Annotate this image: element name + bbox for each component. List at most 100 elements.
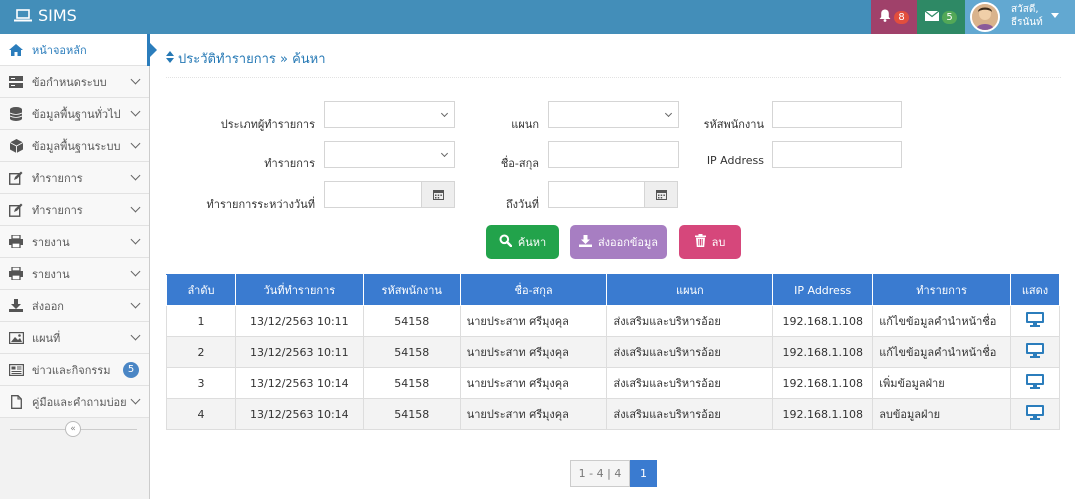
chevron-down-icon xyxy=(130,234,141,245)
cell-index: 1 xyxy=(166,305,236,337)
calendar-icon[interactable] xyxy=(644,182,677,207)
sort-icon xyxy=(166,51,174,66)
newspaper-icon xyxy=(8,362,24,378)
envelope-icon xyxy=(924,10,940,24)
ip-address-input[interactable] xyxy=(772,141,902,168)
sidebar-item-system-settings[interactable]: ข้อกำหนดระบบ xyxy=(0,66,149,98)
collapse-sidebar-button[interactable]: « xyxy=(65,421,81,437)
image-icon xyxy=(8,330,24,346)
sidebar-item-label: ข้อมูลพื้นฐานระบบ xyxy=(32,139,121,153)
notifications-button[interactable]: 8 xyxy=(871,0,917,34)
user-type-label: ประเภทผู้ทำรายการ xyxy=(220,118,315,131)
chevron-down-icon xyxy=(130,330,141,341)
file-icon xyxy=(8,394,24,410)
user-info: สวัสดี, ธีรนันท์ xyxy=(1011,3,1043,29)
cube-icon xyxy=(8,138,24,154)
chevron-down-icon xyxy=(130,266,141,277)
column-header[interactable]: ทำรายการ xyxy=(872,274,1011,306)
monitor-icon[interactable] xyxy=(1025,405,1044,423)
history-table: ลำดับ วันที่ทำรายการ รหัสพนักงาน ชื่อ-สก… xyxy=(166,274,1061,430)
search-button[interactable]: ค้นหา xyxy=(486,225,559,259)
date-to-label: ถึงวันที่ xyxy=(506,198,539,211)
monitor-icon[interactable] xyxy=(1025,312,1044,330)
department-label: แผนก xyxy=(511,118,539,131)
print-icon xyxy=(8,234,24,250)
sidebar-item-transactions-2[interactable]: ทำรายการ xyxy=(0,194,149,226)
database-icon xyxy=(8,106,24,122)
cell-ip: 192.168.1.108 xyxy=(772,367,874,399)
top-navbar: SIMS 8 5 สวัสดี, ธีรนันท์ xyxy=(0,0,1075,34)
sidebar-item-news[interactable]: ข่าวและกิจกรรม 5 xyxy=(0,354,149,386)
sidebar-item-reports-1[interactable]: รายงาน xyxy=(0,226,149,258)
delete-button[interactable]: ลบ xyxy=(679,225,741,259)
cell-ip: 192.168.1.108 xyxy=(772,336,874,368)
sidebar-item-label: ส่งออก xyxy=(32,299,64,313)
employee-id-input[interactable] xyxy=(772,101,902,128)
table-header-row: ลำดับ วันที่ทำรายการ รหัสพนักงาน ชื่อ-สก… xyxy=(166,274,1061,306)
calendar-icon[interactable] xyxy=(421,182,454,207)
name-input[interactable] xyxy=(548,141,679,168)
cell-view xyxy=(1009,336,1061,368)
edit-icon xyxy=(8,170,24,186)
cell-name: นายประสาท ศรีมุงคุล xyxy=(459,367,608,399)
sidebar-item-label: ข้อกำหนดระบบ xyxy=(32,75,107,89)
chevron-down-icon xyxy=(130,394,141,405)
cell-index: 3 xyxy=(166,367,236,399)
chevron-down-icon xyxy=(664,109,673,118)
app-title: SIMS xyxy=(38,6,77,25)
caret-down-icon xyxy=(1051,13,1059,18)
action-select[interactable] xyxy=(324,141,455,168)
date-from-input[interactable] xyxy=(324,181,455,208)
search-button-label: ค้นหา xyxy=(517,236,547,249)
sidebar-item-map[interactable]: แผนที่ xyxy=(0,322,149,354)
cell-action: เพิ่มข้อมูลฝ่าย xyxy=(872,367,1011,399)
monitor-icon[interactable] xyxy=(1025,343,1044,361)
column-header[interactable]: ลำดับ xyxy=(166,274,236,306)
cell-date: 13/12/2563 10:11 xyxy=(234,336,364,368)
column-header: แสดง xyxy=(1009,274,1061,306)
table-row: 1 13/12/2563 10:11 54158 นายประสาท ศรีมุ… xyxy=(166,305,1061,337)
export-button-label: ส่งออกข้อมูล xyxy=(597,236,659,249)
sidebar-item-general-data[interactable]: ข้อมูลพื้นฐานทั่วไป xyxy=(0,98,149,130)
export-button[interactable]: ส่งออกข้อมูล xyxy=(570,225,667,259)
user-name: ธีรนันท์ xyxy=(1011,17,1043,28)
date-to-input[interactable] xyxy=(548,181,678,208)
column-header[interactable]: วันที่ทำรายการ xyxy=(234,274,364,306)
sidebar-item-label: ทำรายการ xyxy=(32,171,83,185)
sidebar-item-label: ข้อมูลพื้นฐานทั่วไป xyxy=(32,107,121,121)
employee-id-label: รหัสพนักงาน xyxy=(703,118,764,131)
date-from-label: ทำรายการระหว่างวันที่ xyxy=(206,198,315,211)
sidebar: หน้าจอหลัก ข้อกำหนดระบบ ข้อมูลพื้นฐานทั่… xyxy=(0,34,157,499)
cell-employee-id: 54158 xyxy=(362,367,461,399)
table-row: 3 13/12/2563 10:14 54158 นายประสาท ศรีมุ… xyxy=(166,367,1061,399)
column-header[interactable]: แผนก xyxy=(606,274,774,306)
cell-name: นายประสาท ศรีมุงคุล xyxy=(459,336,608,368)
page-button-current[interactable]: 1 xyxy=(630,460,657,487)
department-select[interactable] xyxy=(548,101,679,128)
monitor-icon[interactable] xyxy=(1025,374,1044,392)
sidebar-item-reports-2[interactable]: รายงาน xyxy=(0,258,149,290)
column-header[interactable]: ชื่อ-สกุล xyxy=(459,274,608,306)
messages-button[interactable]: 5 xyxy=(917,0,965,34)
user-menu[interactable]: สวัสดี, ธีรนันท์ xyxy=(965,0,1075,34)
user-type-select[interactable] xyxy=(324,101,455,128)
sidebar-item-transactions-1[interactable]: ทำรายการ xyxy=(0,162,149,194)
laptop-icon xyxy=(14,8,32,23)
chevron-down-icon xyxy=(130,138,141,149)
sidebar-item-export[interactable]: ส่งออก xyxy=(0,290,149,322)
sidebar-item-system-data[interactable]: ข้อมูลพื้นฐานระบบ xyxy=(0,130,149,162)
sidebar-item-home[interactable]: หน้าจอหลัก xyxy=(0,34,157,66)
sidebar-item-label: หน้าจอหลัก xyxy=(32,43,87,57)
delete-button-label: ลบ xyxy=(711,236,726,249)
sidebar-item-manual-faq[interactable]: คู่มือและคำถามบ่อย xyxy=(0,386,149,418)
app-brand[interactable]: SIMS xyxy=(14,6,77,25)
download-icon xyxy=(578,234,592,250)
pagination-info: 1 - 4 | 4 xyxy=(570,460,630,487)
column-header[interactable]: รหัสพนักงาน xyxy=(362,274,461,306)
cell-name: นายประสาท ศรีมุงคุล xyxy=(459,305,608,337)
cell-action: แก้ไขข้อมูลคำนำหน้าชื่อ xyxy=(872,305,1011,337)
column-header[interactable]: IP Address xyxy=(772,274,874,306)
avatar xyxy=(970,2,1000,32)
name-label: ชื่อ-สกุล xyxy=(500,157,539,170)
cell-date: 13/12/2563 10:11 xyxy=(234,305,364,337)
